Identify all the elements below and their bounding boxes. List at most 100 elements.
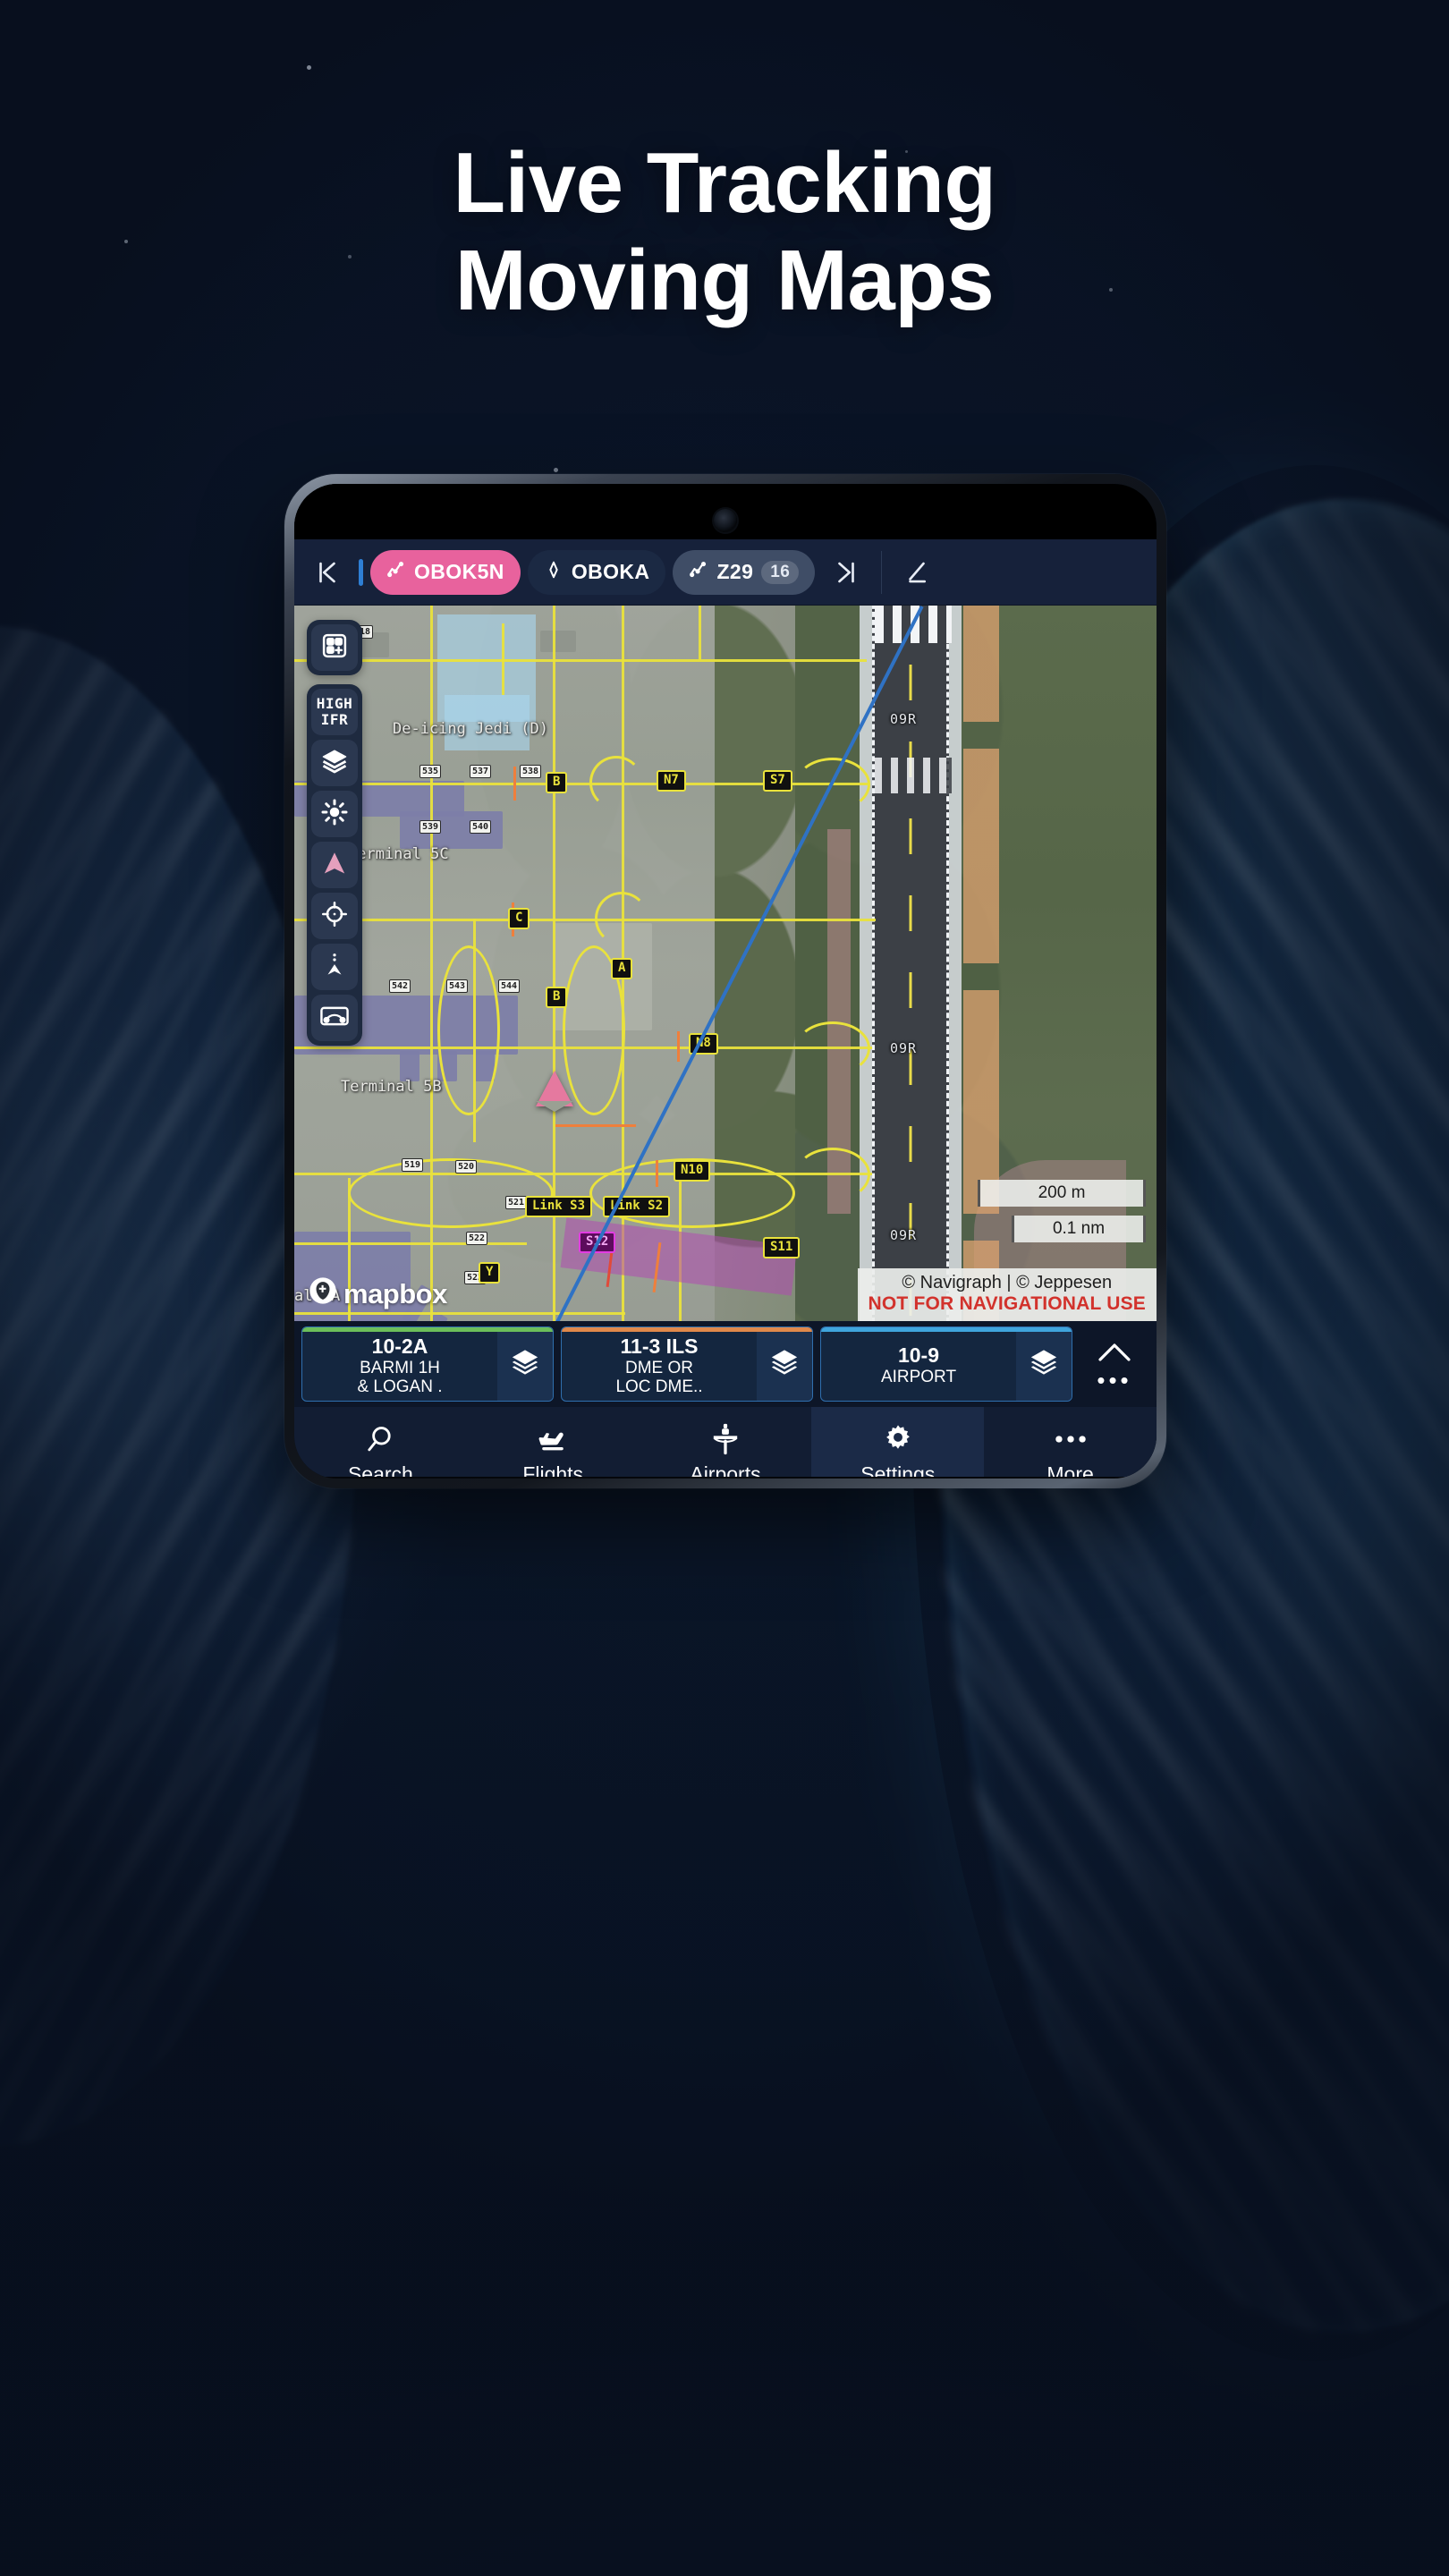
taxiway-line: [699, 606, 701, 659]
terminal-pier: [400, 1051, 419, 1081]
star: [307, 65, 311, 70]
chart-layers-button[interactable]: [1016, 1327, 1072, 1401]
ownship-aircraft-icon: [536, 1071, 573, 1112]
scale-bar-metric: 200 m: [978, 1180, 1146, 1207]
nav-label: Settings: [860, 1462, 936, 1477]
chart-tab-text: 10-9 AIRPORT: [821, 1327, 1016, 1401]
toolbar-divider: [881, 550, 883, 594]
page-title: Live Tracking Moving Maps: [0, 134, 1449, 330]
north-up-arrow-icon: [321, 952, 348, 983]
route-chip-1[interactable]: OBOKA: [527, 549, 666, 595]
taxiway-loop: [437, 945, 500, 1115]
taxiway-fillet: [795, 1021, 870, 1075]
mapbox-attribution-logo[interactable]: mapbox: [309, 1276, 447, 1312]
chart-layers-button[interactable]: [757, 1327, 812, 1401]
headline-line-1: Live Tracking: [453, 135, 996, 231]
route-chip-label: OBOK5N: [414, 560, 504, 583]
expand-charts-button[interactable]: •••: [1080, 1326, 1149, 1402]
nav-label: More: [1046, 1462, 1094, 1477]
scale-bar-nautical: 0.1 nm: [1012, 1216, 1146, 1242]
route-chip-0[interactable]: OBOK5N: [370, 549, 521, 595]
taxiway-label: Y: [479, 1262, 501, 1284]
nav-item-more[interactable]: More: [984, 1407, 1157, 1477]
chart-type-label-bottom: IFR: [320, 710, 349, 728]
runway-id-label: 09R: [890, 1040, 918, 1056]
sidebar-group-top: [307, 620, 362, 675]
mapbox-pin-icon: [309, 1276, 337, 1312]
taxiway-fillet: [595, 892, 648, 945]
procedure-icon: [386, 560, 406, 585]
sidebar-item-layers[interactable]: [311, 740, 358, 786]
bottom-navigation: Search Flights Airports Settings More: [294, 1407, 1157, 1477]
skip-next-icon[interactable]: [822, 548, 870, 597]
chart-code: 10-2A: [371, 1334, 428, 1358]
taxiway-label: S7: [763, 770, 792, 792]
search-icon: [365, 1422, 395, 1456]
nav-item-search[interactable]: Search: [294, 1407, 467, 1477]
taxiway-line: [294, 1312, 625, 1315]
sidebar-item-north-up[interactable]: [311, 944, 358, 990]
layers-stack-icon: [510, 1347, 540, 1382]
stand-label: 542: [389, 979, 411, 993]
chart-code: 11-3 ILS: [620, 1334, 699, 1358]
chart-tab-strip: 10-2A BARMI 1H & LOGAN . 11-3 ILS DME OR…: [294, 1321, 1157, 1407]
taxiway-label: S11: [763, 1237, 801, 1258]
chart-type-label-top: HIGH: [316, 694, 353, 712]
taxiway-line: [502, 623, 504, 695]
chart-layers-button[interactable]: [497, 1327, 553, 1401]
more-dots-icon: [1054, 1422, 1088, 1456]
status-bar: [294, 484, 1157, 539]
chart-name-line-2: LOC DME..: [615, 1377, 703, 1396]
chart-tab-1[interactable]: 11-3 ILS DME OR LOC DME..: [561, 1326, 813, 1402]
chart-name-line-2: & LOGAN .: [357, 1377, 443, 1396]
route-chip-label: OBOKA: [571, 560, 650, 583]
nav-label: Search: [347, 1462, 413, 1477]
airway-icon: [689, 560, 708, 585]
chart-accent-bar: [302, 1327, 553, 1332]
stand-label: 540: [470, 820, 492, 834]
taxiway-label: N10: [674, 1160, 711, 1182]
area-label-deicing: De-icing Jedi (D): [393, 720, 548, 738]
attribution-sources: © Navigraph | © Jeppesen: [902, 1273, 1113, 1292]
nav-item-settings[interactable]: Settings: [811, 1407, 985, 1477]
route-chip-label: Z29: [716, 560, 754, 583]
pencil-edit-icon[interactable]: [893, 548, 941, 597]
nav-item-flights[interactable]: Flights: [467, 1407, 640, 1477]
hold-short-marking: [656, 1160, 658, 1187]
chart-tab-2[interactable]: 10-9 AIRPORT: [820, 1326, 1072, 1402]
chart-name-line-1: BARMI 1H: [360, 1358, 440, 1377]
sidebar-item-brightness[interactable]: [311, 791, 358, 837]
sidebar-item-route-profile[interactable]: [311, 995, 358, 1041]
chevron-up-icon: [1097, 1341, 1132, 1368]
area-label-terminal-5b: Terminal 5B: [341, 1078, 442, 1096]
gear-icon: [882, 1422, 914, 1456]
sidebar-item-aircraft-follow[interactable]: [311, 842, 358, 888]
runway-id-label: 09R: [890, 1227, 918, 1243]
layers-stack-icon: [1029, 1347, 1059, 1382]
sidebar-item-add-panel[interactable]: [311, 624, 358, 671]
chart-name-line-1: DME OR: [625, 1358, 693, 1377]
stand-label: 538: [520, 765, 542, 778]
navigation-warning: NOT FOR NAVIGATIONAL USE: [868, 1293, 1146, 1314]
mapbox-wordmark: mapbox: [343, 1278, 447, 1309]
sidebar-group-main: HIGH IFR: [307, 684, 362, 1046]
runway-shoulder: [949, 606, 962, 1321]
taxiway-line: [294, 659, 867, 662]
flights-plane-icon: [537, 1422, 569, 1456]
runway-id-label: 09R: [890, 711, 918, 727]
sidebar-item-center-map[interactable]: [311, 893, 358, 939]
phone-screen-container: OBOK5N OBOKA Z29 16 09R 09R 09R 518 535 …: [294, 484, 1157, 1479]
skip-previous-icon[interactable]: [303, 548, 352, 597]
chart-tab-0[interactable]: 10-2A BARMI 1H & LOGAN .: [301, 1326, 554, 1402]
sidebar-item-chart-type[interactable]: HIGH IFR: [311, 689, 358, 735]
nav-item-airports[interactable]: Airports: [640, 1407, 812, 1477]
map-scale-bars: 200 m 0.1 nm: [978, 1180, 1146, 1251]
taxiway-loop: [348, 1158, 554, 1228]
route-chip-2[interactable]: Z29 16: [673, 549, 816, 595]
route-progress-indicator: [359, 558, 363, 586]
promo-screenshot: Live Tracking Moving Maps OBOK5N OBOKA Z…: [0, 0, 1449, 2576]
taxiway-line: [294, 1242, 527, 1245]
chart-code: 10-9: [897, 1343, 940, 1368]
stand-label: 544: [498, 979, 521, 993]
airport-moving-map[interactable]: 09R 09R 09R 518 535 537 538 539 540 542 …: [294, 606, 1157, 1321]
